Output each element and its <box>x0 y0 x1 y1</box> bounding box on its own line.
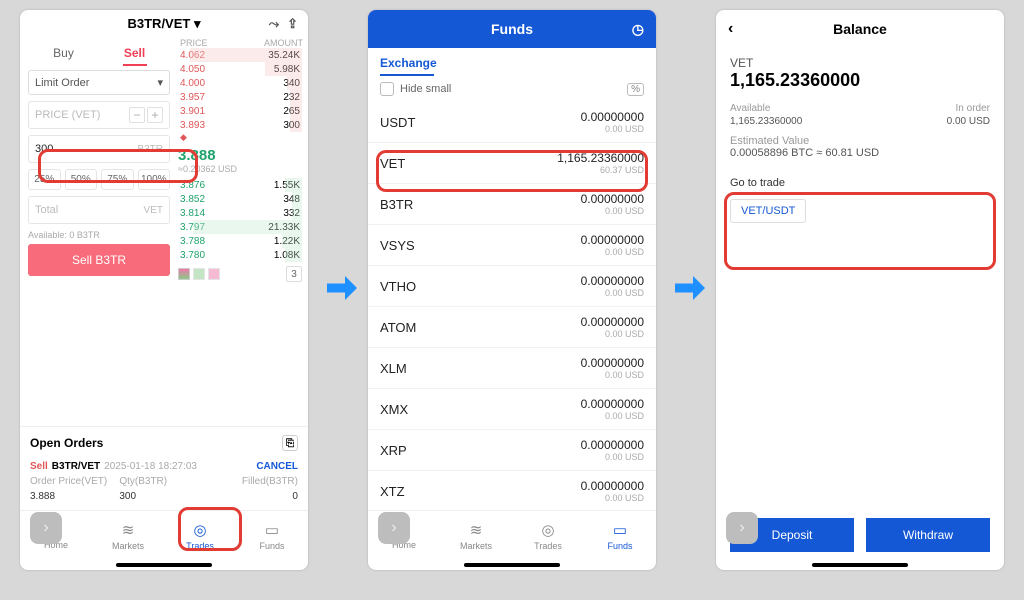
price-input[interactable]: PRICE (VET) −+ <box>28 101 170 129</box>
orderbook-row[interactable]: 3.901265 <box>178 104 302 118</box>
export-icon[interactable]: ⇪ <box>287 16 298 32</box>
withdraw-button[interactable]: Withdraw <box>866 518 990 552</box>
available-value: 1,165.23360000 <box>730 116 802 127</box>
asset-row[interactable]: XTZ0.000000000.00 USD <box>368 471 656 510</box>
mid-price: 3.888 ≈0.20362 USD <box>178 147 302 174</box>
flow-arrow-icon <box>324 270 360 306</box>
asset-row[interactable]: USDT0.000000000.00 USD <box>368 102 656 143</box>
markets-icon: ≋ <box>122 521 135 539</box>
orderbook-row[interactable]: 3.893300 <box>178 118 302 132</box>
total-input[interactable]: TotalVET <box>28 196 170 224</box>
back-icon[interactable]: ‹ <box>728 20 733 38</box>
pct-button[interactable]: 75% <box>101 169 134 190</box>
orderbook-row[interactable]: 3.852348 <box>178 192 302 206</box>
inorder-label: In order <box>947 103 990 114</box>
nav-funds[interactable]: ▭Funds <box>584 511 656 560</box>
asset-row[interactable]: B3TR0.000000000.00 USD <box>368 184 656 225</box>
inorder-value: 0.00 USD <box>947 116 990 127</box>
available-label: Available <box>730 103 802 114</box>
nav-markets[interactable]: ≋Markets <box>92 511 164 560</box>
percent-icon[interactable]: % <box>627 83 644 96</box>
floating-button[interactable]: › <box>726 512 758 544</box>
tab-sell[interactable]: Sell <box>99 42 170 64</box>
asset-row[interactable]: VTHO0.000000000.00 USD <box>368 266 656 307</box>
asset-symbol: VET <box>716 48 1004 70</box>
orders-icon[interactable]: ⎘ <box>282 435 298 451</box>
orderbook-row[interactable]: 4.000340 <box>178 76 302 90</box>
asset-row[interactable]: XMX0.000000000.00 USD <box>368 389 656 430</box>
tab-buy[interactable]: Buy <box>28 42 99 64</box>
hide-small-toggle[interactable]: Hide small <box>380 82 451 96</box>
asset-balance: 1,165.23360000 <box>716 70 1004 99</box>
orderbook-row[interactable]: 4.0505.98K <box>178 62 302 76</box>
estimated-label: Estimated Value <box>730 135 990 147</box>
estimated-value: 0.00058896 BTC ≈ 60.81 USD <box>730 147 990 159</box>
chevron-down-icon: ▾ <box>157 76 163 89</box>
orderbook-row[interactable]: 3.814332 <box>178 206 302 220</box>
depth-ask-icon[interactable] <box>208 268 220 280</box>
bottom-nav: ⌂Home ≋Markets ◎Trades ▭Funds <box>20 510 308 560</box>
chart-icon[interactable]: ⤳ <box>269 16 279 32</box>
nav-trades[interactable]: ◎Trades <box>164 511 236 560</box>
sell-button[interactable]: Sell B3TR <box>28 244 170 276</box>
decimals-select[interactable]: 3 <box>286 266 302 282</box>
funds-icon: ▭ <box>613 521 627 539</box>
balance-screen: ‹ Balance VET 1,165.23360000 Available 1… <box>716 10 1004 570</box>
funds-screen: Funds ◷ Exchange Hide small % USDT0.0000… <box>368 10 656 570</box>
orderbook-row[interactable]: 3.79721.33K <box>178 220 302 234</box>
orderbook-row[interactable]: 3.957232 <box>178 90 302 104</box>
minus-button[interactable]: − <box>129 107 145 123</box>
asset-row[interactable]: XLM0.000000000.00 USD <box>368 348 656 389</box>
asset-row[interactable]: XRP0.000000000.00 USD <box>368 430 656 471</box>
funds-icon: ▭ <box>265 521 279 539</box>
orderbook-row[interactable]: 3.7881.22K <box>178 234 302 248</box>
depth-bid-icon[interactable] <box>193 268 205 280</box>
goto-trade-label: Go to trade <box>730 177 990 189</box>
header: ‹ Balance <box>716 10 1004 48</box>
pct-button[interactable]: 50% <box>65 169 98 190</box>
asset-row[interactable]: VET1,165.2336000060.37 USD <box>368 143 656 184</box>
depth-both-icon[interactable] <box>178 268 190 280</box>
header: Funds ◷ <box>368 10 656 48</box>
asset-row[interactable]: VSYS0.000000000.00 USD <box>368 225 656 266</box>
subtab-exchange[interactable]: Exchange <box>380 56 437 74</box>
orderbook-row[interactable]: 4.06235.24K <box>178 48 302 62</box>
trades-icon: ◎ <box>541 521 554 539</box>
available-balance: Available: 0 B3TR <box>28 230 170 240</box>
ask-marker-icon: ◆ <box>178 132 302 143</box>
pct-button[interactable]: 25% <box>28 169 61 190</box>
floating-button[interactable]: › <box>378 512 410 544</box>
plus-button[interactable]: + <box>147 107 163 123</box>
asset-row[interactable]: ATOM0.000000000.00 USD <box>368 307 656 348</box>
nav-trades[interactable]: ◎Trades <box>512 511 584 560</box>
pct-button[interactable]: 100% <box>138 169 171 190</box>
orderbook-row[interactable]: 3.7801.08K <box>178 248 302 262</box>
open-order-row[interactable]: Sell B3TR/VET 2025-01-18 18:27:03 CANCEL <box>30 461 298 472</box>
open-orders-title: Open Orders⎘ <box>30 435 298 451</box>
history-icon[interactable]: ◷ <box>632 21 644 38</box>
checkbox-icon <box>380 82 394 96</box>
orderbook-row[interactable]: 3.8761.55K <box>178 178 302 192</box>
trades-icon: ◎ <box>193 521 206 539</box>
markets-icon: ≋ <box>470 521 483 539</box>
goto-pair-button[interactable]: VET/USDT <box>730 199 806 223</box>
order-type-select[interactable]: Limit Order▾ <box>28 70 170 95</box>
amount-input[interactable]: 300 B3TR <box>28 135 170 163</box>
pair-selector[interactable]: B3TR/VET ▾ <box>128 16 201 32</box>
nav-funds[interactable]: ▭Funds <box>236 511 308 560</box>
nav-markets[interactable]: ≋Markets <box>440 511 512 560</box>
bottom-nav: ⌂Home ≋Markets ◎Trades ▭Funds <box>368 510 656 560</box>
floating-button[interactable]: › <box>30 512 62 544</box>
cancel-order-button[interactable]: CANCEL <box>256 461 298 472</box>
flow-arrow-icon <box>672 270 708 306</box>
header: B3TR/VET ▾ ⤳ ⇪ <box>20 10 308 38</box>
trading-screen: B3TR/VET ▾ ⤳ ⇪ Buy Sell Limit Order▾ PRI… <box>20 10 308 570</box>
